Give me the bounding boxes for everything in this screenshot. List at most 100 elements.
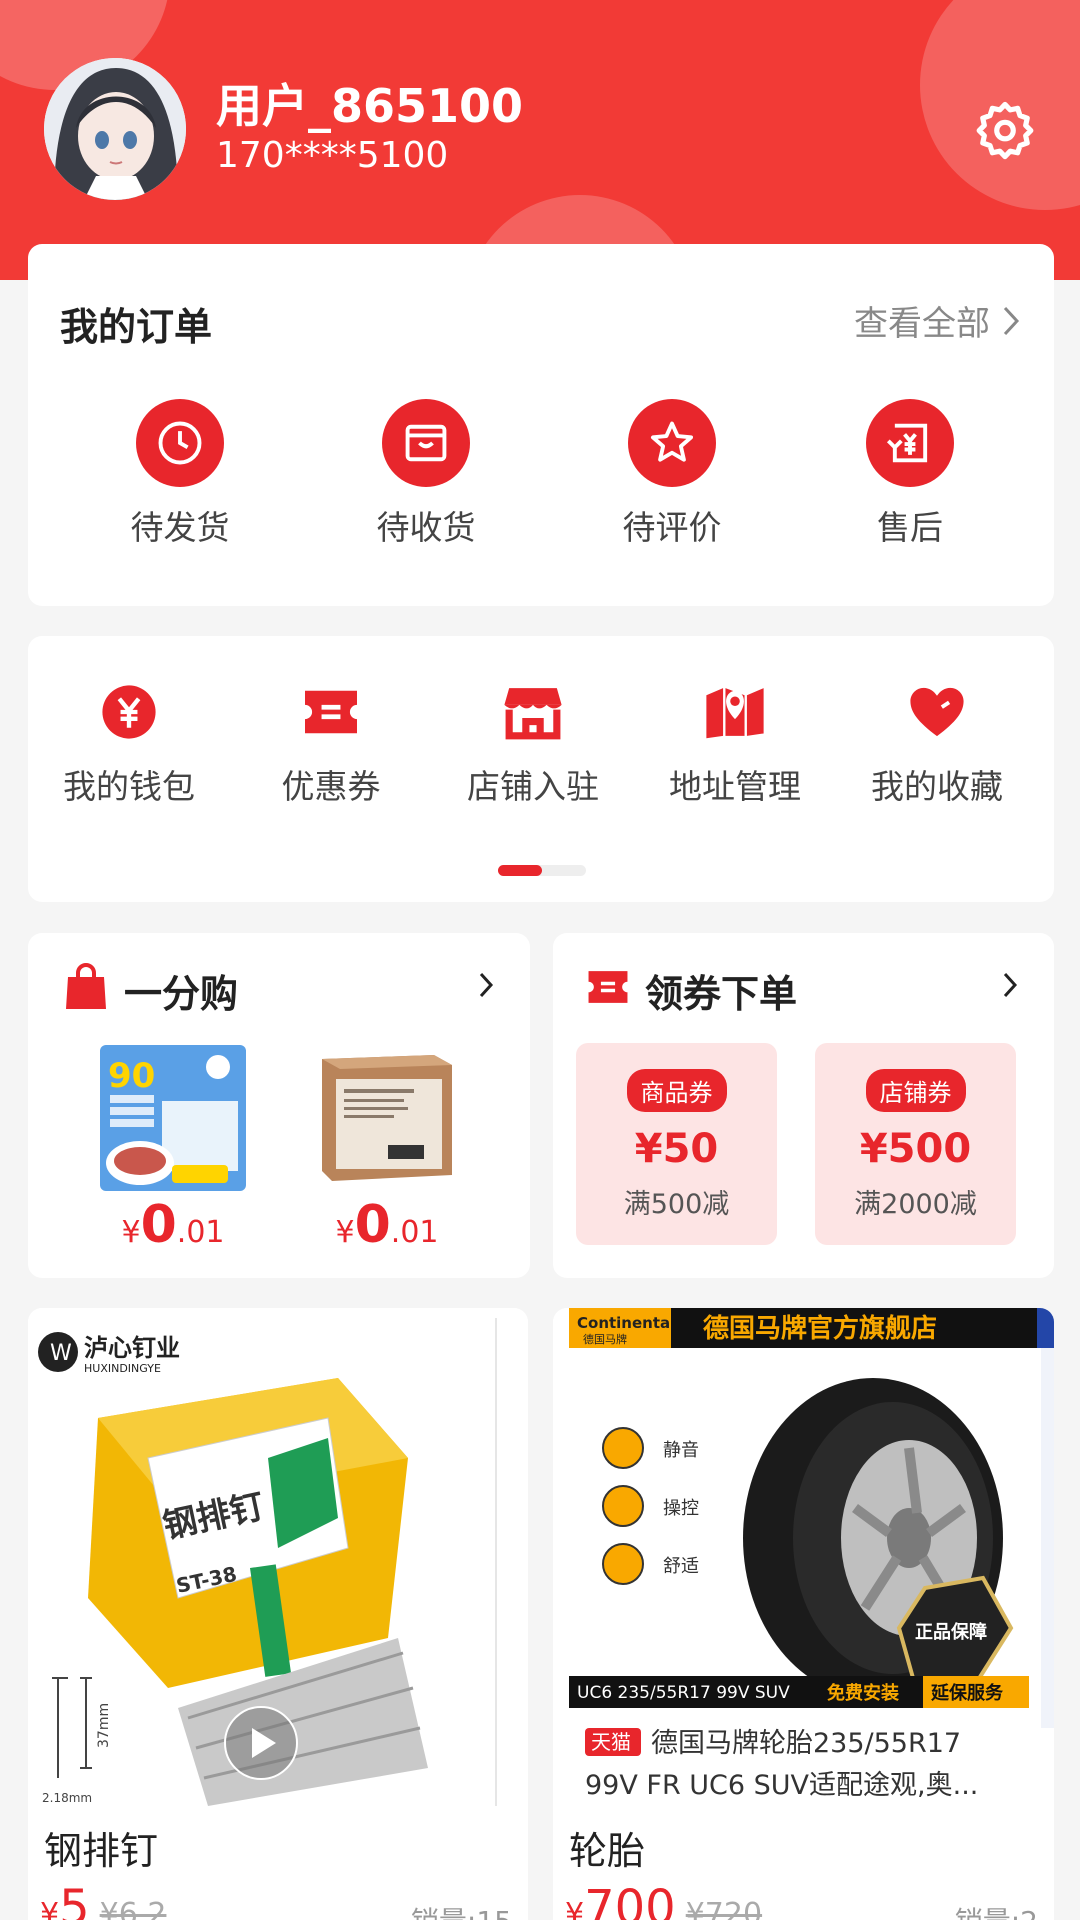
coupon-condition: 满2000减 [854, 1189, 977, 1220]
image-title: 99V FR UC6 SUV适配途观,奥... [585, 1770, 978, 1801]
order-pending-shipment[interactable]: 待发货 [100, 399, 260, 549]
order-pending-receipt[interactable]: 待收货 [346, 399, 506, 549]
order-label: 待评价 [622, 508, 722, 547]
price-decimal: .01 [176, 1215, 225, 1250]
product-card[interactable]: Continental 德国马牌 德国马牌官方旗舰店 静音 操控 舒适 正品保障… [553, 1308, 1054, 1920]
price-value: 700 [584, 1880, 676, 1920]
my-orders-card: 我的订单 查看全部 待发货 待收货 待评价 售后 [28, 244, 1054, 606]
box-icon [382, 399, 470, 487]
product-name: 钢排钉 [44, 1829, 159, 1873]
star-icon [628, 399, 716, 487]
penny-product-image[interactable] [314, 1045, 460, 1191]
wallet-yuan-icon [97, 680, 161, 744]
price-currency: ¥ [40, 1897, 60, 1920]
refund-icon [866, 399, 954, 487]
penny-buy-title: 一分购 [124, 972, 239, 1016]
tool-wallet[interactable]: 我的钱包 [44, 680, 214, 808]
tools-card: 我的钱包 优惠券 店铺入驻 地址管理 我的收藏 [28, 636, 1054, 902]
tool-label: 我的收藏 [871, 767, 1003, 806]
price-currency: ¥ [565, 1897, 585, 1920]
coupon-order-card[interactable]: 领券下单 商品券 ¥50 满500减 店铺券 ¥500 满2000减 [553, 933, 1054, 1278]
profile-header: 用户_865100 170****5100 [0, 0, 1080, 280]
tool-store-join[interactable]: 店铺入驻 [448, 680, 618, 808]
image-feature: 静音 [663, 1440, 699, 1461]
clock-icon [136, 399, 224, 487]
chevron-right-icon[interactable] [478, 971, 494, 999]
coupon-tag: 商品券 [626, 1069, 727, 1112]
tool-label: 地址管理 [669, 767, 801, 806]
order-label: 待发货 [130, 508, 230, 547]
phone-number: 170****5100 [216, 135, 449, 176]
price-integer: 0 [354, 1195, 391, 1255]
tool-address[interactable]: 地址管理 [650, 680, 820, 808]
image-spec: UC6 235/55R17 99V SUV [577, 1683, 790, 1703]
image-brand: Continental [577, 1314, 675, 1332]
image-install: 免费安装 [827, 1682, 899, 1704]
store-icon [501, 680, 565, 744]
heart-icon [905, 680, 969, 744]
image-brand-cn: 德国马牌 [583, 1332, 627, 1346]
coupon-condition: 满500减 [623, 1189, 730, 1220]
shopping-bag-icon [64, 963, 108, 1011]
tool-favorites[interactable]: 我的收藏 [852, 680, 1022, 808]
product-price: ¥5 ¥6.2 [40, 1880, 166, 1920]
image-feature: 操控 [663, 1498, 699, 1519]
view-all-orders-link[interactable]: 查看全部 [854, 296, 1020, 345]
image-feature: 舒适 [663, 1556, 699, 1577]
chevron-right-icon [1003, 306, 1020, 335]
product-image[interactable]: W 泸心钉业 HUXINDINGYE 钢排钉 ST-38 37mm 2.18mm [28, 1308, 528, 1806]
settings-gear-icon[interactable] [974, 98, 1036, 160]
penny-product-image[interactable]: 90 [100, 1045, 246, 1191]
order-after-sales[interactable]: 售后 [830, 399, 990, 549]
coupon-order-title: 领券下单 [645, 972, 798, 1016]
penny-buy-card[interactable]: 一分购 90 ¥0.01 ¥0.01 [28, 933, 530, 1278]
product-price: ¥700 ¥720 [565, 1880, 762, 1920]
image-dimension: 37mm [96, 1703, 112, 1748]
penny-product-price: ¥0.01 [98, 1195, 248, 1255]
image-brand: 泸心钉业 [84, 1333, 180, 1362]
product-name: 轮胎 [569, 1829, 646, 1873]
order-label: 售后 [877, 508, 943, 547]
tool-label: 优惠券 [281, 767, 381, 806]
original-price: ¥6.2 [99, 1897, 167, 1920]
page-indicator [498, 865, 586, 876]
tool-label: 店铺入驻 [467, 767, 599, 806]
svg-text:90: 90 [108, 1056, 155, 1096]
order-label: 待收货 [376, 508, 476, 547]
coupon-icon [299, 680, 363, 744]
page-indicator-active [498, 865, 542, 876]
view-all-label: 查看全部 [854, 304, 990, 344]
coupon-amount: ¥500 [859, 1126, 972, 1172]
avatar[interactable] [44, 58, 186, 200]
svg-text:W: W [50, 1341, 72, 1366]
product-image[interactable]: Continental 德国马牌 德国马牌官方旗舰店 静音 操控 舒适 正品保障… [553, 1308, 1054, 1806]
price-currency: ¥ [121, 1215, 141, 1250]
price-integer: 0 [140, 1195, 177, 1255]
price-currency: ¥ [335, 1215, 355, 1250]
coupon-amount: ¥50 [634, 1126, 719, 1172]
original-price: ¥720 [685, 1897, 763, 1920]
tool-coupons[interactable]: 优惠券 [246, 680, 416, 808]
product-coupon[interactable]: 商品券 ¥50 满500减 [576, 1043, 777, 1245]
sales-count: 销量:15 [411, 1900, 512, 1920]
price-value: 5 [59, 1880, 90, 1920]
order-pending-review[interactable]: 待评价 [592, 399, 752, 549]
price-decimal: .01 [390, 1215, 439, 1250]
tool-label: 我的钱包 [63, 767, 195, 806]
map-pin-icon [703, 680, 767, 744]
image-tag: 天猫 [591, 1730, 631, 1754]
product-card[interactable]: W 泸心钉业 HUXINDINGYE 钢排钉 ST-38 37mm 2.18mm… [28, 1308, 528, 1920]
coupon-tag: 店铺券 [865, 1069, 966, 1112]
image-brand-en: HUXINDINGYE [84, 1362, 161, 1375]
chevron-right-icon[interactable] [1002, 971, 1018, 999]
store-coupon[interactable]: 店铺券 ¥500 满2000减 [815, 1043, 1016, 1245]
image-dimension: 2.18mm [42, 1791, 92, 1805]
penny-product-price: ¥0.01 [312, 1195, 462, 1255]
image-badge: 正品保障 [915, 1621, 987, 1643]
coupon-icon [585, 967, 631, 1009]
username: 用户_865100 [216, 79, 524, 133]
image-store: 德国马牌官方旗舰店 [703, 1313, 937, 1344]
sales-count: 销量:2 [955, 1900, 1038, 1920]
image-warranty: 延保服务 [930, 1682, 1004, 1704]
orders-title: 我的订单 [60, 305, 213, 349]
